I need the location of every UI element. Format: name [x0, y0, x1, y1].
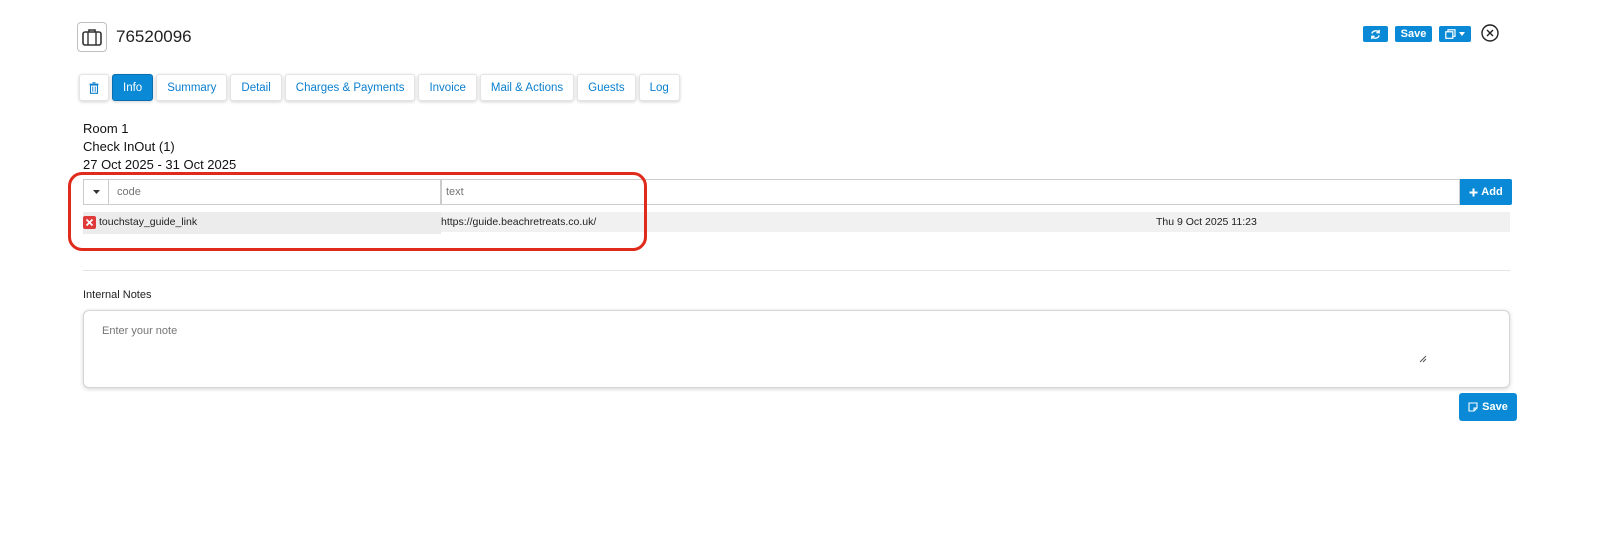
tab-bar: Info Summary Detail Charges & Payments I… — [79, 74, 680, 101]
room-dates: 27 Oct 2025 - 31 Oct 2025 — [83, 157, 237, 172]
save-note-label: Save — [1482, 401, 1508, 413]
tab-detail[interactable]: Detail — [230, 74, 282, 101]
refresh-button[interactable] — [1363, 26, 1388, 42]
plus-icon — [1469, 188, 1478, 196]
copy-icon — [1445, 29, 1456, 39]
note-icon — [1468, 402, 1478, 412]
tab-info[interactable]: Info — [112, 74, 154, 101]
tab-charges-payments[interactable]: Charges & Payments — [284, 74, 416, 101]
room-status: Check InOut (1) — [83, 139, 175, 154]
save-button[interactable]: Save — [1395, 26, 1432, 42]
add-button[interactable]: Add — [1460, 179, 1512, 205]
tab-delete[interactable] — [79, 74, 109, 101]
room-name: Room 1 — [83, 121, 129, 136]
caret-down-icon — [1459, 32, 1465, 36]
tab-log[interactable]: Log — [638, 74, 680, 101]
save-note-button[interactable]: Save — [1459, 393, 1517, 421]
trash-icon — [89, 81, 99, 94]
briefcase-icon — [82, 29, 102, 46]
close-button[interactable] — [1481, 24, 1499, 42]
tab-invoice[interactable]: Invoice — [418, 74, 477, 101]
item-date: Thu 9 Oct 2025 11:23 — [1156, 216, 1257, 228]
refresh-icon — [1371, 29, 1380, 39]
tab-summary[interactable]: Summary — [156, 74, 228, 101]
tab-guests[interactable]: Guests — [577, 74, 636, 101]
tab-mail-actions[interactable]: Mail & Actions — [479, 74, 575, 101]
internal-notes-textarea[interactable] — [84, 311, 1509, 387]
resize-handle-icon[interactable] — [1419, 355, 1427, 363]
internal-notes-box — [83, 310, 1510, 388]
booking-type-icon — [77, 22, 107, 52]
add-button-label: Add — [1481, 186, 1503, 198]
internal-notes-label: Internal Notes — [83, 289, 152, 301]
section-divider — [83, 270, 1510, 271]
copy-dropdown-button[interactable] — [1439, 26, 1471, 42]
booking-id: 76520096 — [116, 27, 192, 46]
highlight-annotation — [68, 172, 647, 251]
close-circle-icon — [1481, 24, 1499, 42]
